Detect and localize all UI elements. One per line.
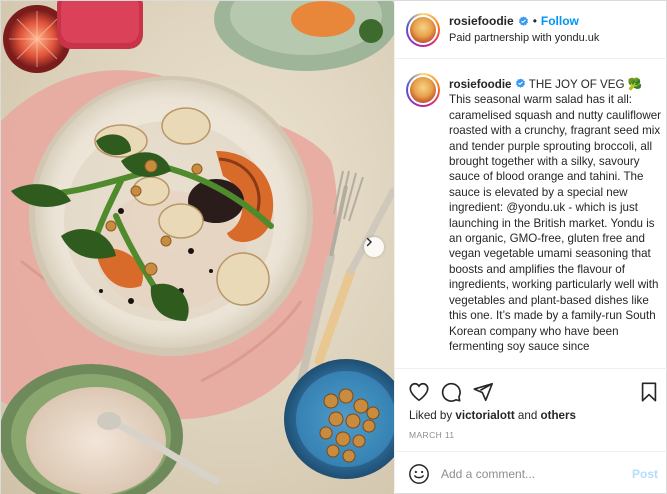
comment-bar: Post	[395, 451, 667, 494]
post-date[interactable]: MARCH 11	[409, 430, 455, 440]
post-actions: Liked by victorialott and others MARCH 1…	[395, 368, 667, 458]
post-comment-button[interactable]: Post	[632, 467, 658, 481]
author-avatar[interactable]	[406, 13, 440, 47]
post-caption: rosiefoodie THE JOY OF VEG 🥦 This season…	[395, 59, 667, 368]
verified-badge-icon	[518, 15, 528, 26]
food-photo-illustration	[1, 1, 394, 494]
author-username[interactable]: rosiefoodie	[449, 14, 514, 28]
caption-text: rosiefoodie THE JOY OF VEG 🥦 This season…	[449, 77, 667, 354]
liked-by-user-link[interactable]: victorialott	[455, 409, 514, 422]
follow-button[interactable]: Follow	[541, 14, 579, 28]
caption-username[interactable]: rosiefoodie	[449, 78, 512, 91]
paper-plane-icon[interactable]	[472, 381, 494, 403]
likes-others-link[interactable]: others	[541, 409, 576, 422]
comment-bubble-icon[interactable]	[440, 381, 462, 403]
header-separator: •	[532, 14, 537, 28]
caption-mention-link[interactable]: @yondu.uk	[506, 201, 565, 214]
chevron-right-icon	[366, 237, 372, 247]
likes-summary: Liked by victorialott and others	[409, 409, 576, 422]
verified-badge-icon	[515, 78, 525, 88]
post-photo[interactable]	[1, 1, 394, 494]
caption-author-avatar[interactable]	[406, 73, 440, 107]
instagram-post: rosiefoodie • Follow Paid partnership wi…	[0, 0, 667, 494]
heart-icon[interactable]	[408, 381, 430, 403]
bookmark-icon[interactable]	[638, 381, 660, 403]
likes-prefix: Liked by	[409, 409, 453, 422]
paid-partnership-link[interactable]: Paid partnership with yondu.uk	[449, 32, 599, 44]
likes-connector: and	[517, 409, 538, 422]
post-header: rosiefoodie • Follow Paid partnership wi…	[395, 1, 667, 59]
post-side-panel: rosiefoodie • Follow Paid partnership wi…	[394, 1, 667, 494]
smiley-icon[interactable]	[408, 463, 430, 485]
caption-body: THE JOY OF VEG 🥦 This seasonal warm sala…	[449, 78, 662, 215]
caption-body-continued: - which is just launching in the British…	[449, 201, 659, 353]
carousel-next-button[interactable]	[364, 237, 384, 257]
add-comment-input[interactable]	[441, 462, 621, 486]
